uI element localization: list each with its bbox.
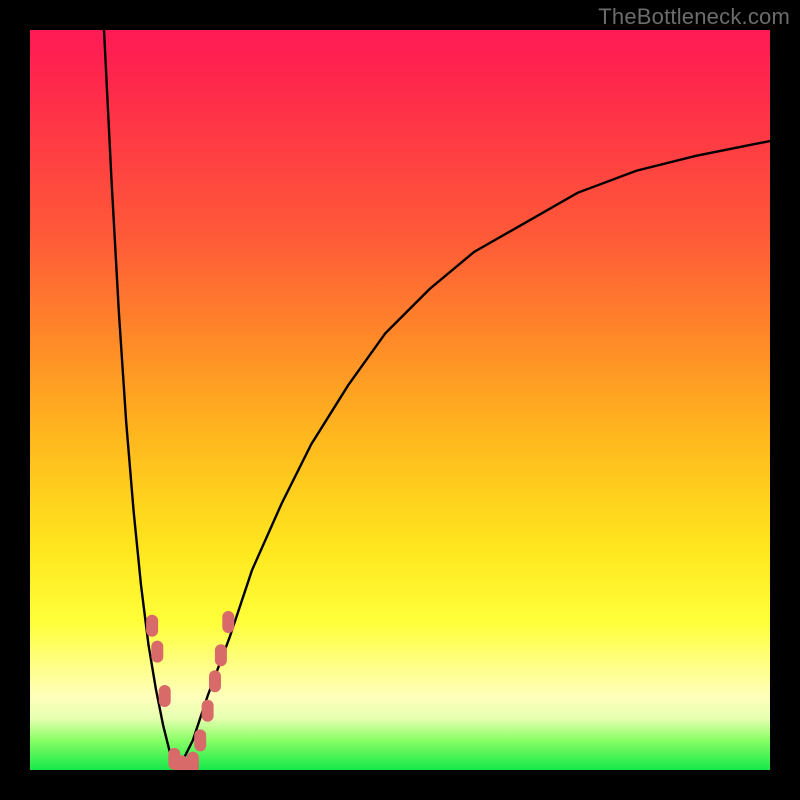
marker-point <box>159 685 171 707</box>
curve-left-branch <box>104 30 178 770</box>
plot-area <box>30 30 770 770</box>
marker-point <box>151 641 163 663</box>
marker-point <box>215 644 227 666</box>
marker-point <box>176 755 188 770</box>
curve-right-branch <box>178 141 770 770</box>
marker-point <box>222 611 234 633</box>
watermark-text: TheBottleneck.com <box>598 4 790 30</box>
marker-point <box>146 615 158 637</box>
marker-point <box>194 729 206 751</box>
marker-point <box>202 700 214 722</box>
curve-group <box>104 30 770 770</box>
marker-point <box>187 752 199 770</box>
outer-frame: TheBottleneck.com <box>0 0 800 800</box>
bottleneck-curve-svg <box>30 30 770 770</box>
marker-point <box>209 670 221 692</box>
